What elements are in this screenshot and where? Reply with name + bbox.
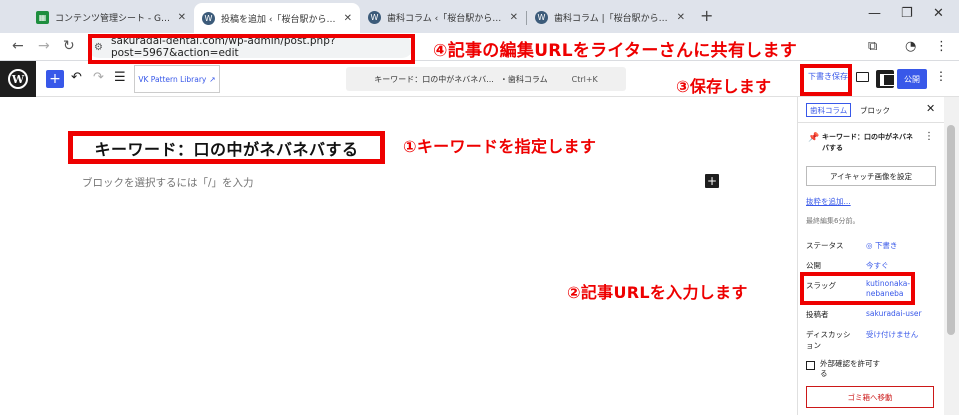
preview-icon[interactable]: [856, 72, 869, 82]
sidebar-post-title: キーワード：口の中がネバネバする: [822, 133, 913, 152]
tab-close-icon[interactable]: ✕: [338, 13, 352, 24]
status-value-text: 下書き: [874, 241, 898, 250]
post-actions-icon[interactable]: ⋮: [924, 131, 934, 142]
discussion-label-line-2: ョン: [806, 341, 821, 350]
wordpress-icon: W: [368, 10, 381, 24]
tab-title: 投稿を追加 ‹「桜台駅から徒歩1分: [221, 14, 338, 25]
block-placeholder[interactable]: ブロックを選択するには「/」を入力: [82, 175, 254, 190]
undo-icon[interactable]: ↶: [71, 70, 82, 85]
publish-date-value[interactable]: 今すぐ: [866, 260, 889, 271]
tab-close-icon[interactable]: ✕: [671, 12, 685, 23]
sidebar-scrollbar[interactable]: [944, 97, 959, 415]
minimize-icon[interactable]: —: [868, 6, 881, 21]
discussion-label-line-1: ディスカッシ: [806, 330, 851, 339]
discussion-label: ディスカッシ ョン: [806, 329, 850, 351]
external-check-label: 外部確認を許可す る: [820, 359, 900, 379]
vk-pattern-label: VK Pattern Library: [138, 74, 207, 84]
more-options-icon[interactable]: ⋮: [935, 69, 947, 83]
command-palette-button[interactable]: キーワード：口の中がネバネバ... ・歯科コラム Ctrl+K: [346, 67, 626, 91]
draft-status-icon: ◎: [866, 241, 875, 250]
close-icon[interactable]: ✕: [926, 102, 935, 115]
sidebar-tabs: 歯科コラム ブロック ✕: [798, 97, 945, 123]
annotation-step-1: ①キーワードを指定します: [403, 137, 597, 156]
scrollbar-thumb[interactable]: [947, 125, 955, 335]
url-highlight-box: [88, 34, 415, 64]
shortcut-hint: Ctrl+K: [571, 74, 598, 84]
browser-menu-icon[interactable]: ⋮: [935, 39, 948, 54]
wordpress-icon: W: [202, 11, 215, 25]
author-value[interactable]: sakuradai-user: [866, 309, 922, 318]
external-check-line-2: る: [820, 369, 828, 378]
wordpress-icon: W: [535, 10, 548, 24]
redo-icon[interactable]: ↷: [93, 70, 104, 85]
settings-sidebar: 歯科コラム ブロック ✕ 📌 キーワード：口の中がネバネバする ⋮ アイキャッチ…: [797, 97, 945, 415]
annotation-step-3: ③保存します: [676, 77, 772, 96]
new-tab-button[interactable]: +: [700, 6, 713, 25]
profile-icon[interactable]: ◔: [905, 39, 916, 54]
save-highlight-box: [800, 64, 852, 96]
move-to-trash-button[interactable]: ゴミ箱へ移動: [806, 386, 934, 408]
wordpress-icon: W: [8, 69, 28, 89]
settings-sidebar-icon[interactable]: [876, 70, 895, 88]
block-inserter-button[interactable]: +: [705, 174, 719, 188]
tab-dental-column-admin[interactable]: W 歯科コラム ‹「桜台駅から徒歩1分 ✕: [360, 5, 526, 29]
tab-title: コンテンツ管理シート - Google スプ: [55, 13, 172, 24]
set-featured-image-button[interactable]: アイキャッチ画像を設定: [806, 166, 936, 186]
browser-tab-strip: ▦ コンテンツ管理シート - Google スプ ✕ W 投稿を追加 ‹「桜台駅…: [0, 0, 959, 33]
forward-icon[interactable]: →: [38, 38, 50, 54]
tab-close-icon[interactable]: ✕: [504, 12, 518, 23]
tab-block[interactable]: ブロック: [860, 105, 890, 116]
tab-close-icon[interactable]: ✕: [172, 12, 186, 23]
tab-content-sheet[interactable]: ▦ コンテンツ管理シート - Google スプ ✕: [28, 5, 194, 29]
vk-pattern-library-button[interactable]: VK Pattern Library ↗: [134, 65, 220, 93]
tab-title: 歯科コラム ‹「桜台駅から徒歩1分: [387, 13, 504, 24]
document-type: ・歯科コラム: [499, 74, 548, 84]
extensions-icon[interactable]: ⧉: [868, 39, 877, 54]
external-check-checkbox[interactable]: [806, 361, 815, 370]
publish-button[interactable]: 公開: [897, 69, 927, 89]
tab-post[interactable]: 歯科コラム: [806, 103, 852, 117]
status-label: ステータス: [806, 241, 844, 250]
post-title-field[interactable]: キーワード：口の中がネバネバする: [68, 131, 385, 164]
external-link-icon: ↗: [209, 74, 216, 84]
back-icon[interactable]: ←: [12, 38, 24, 54]
external-check-line-1: 外部確認を許可す: [820, 359, 880, 368]
status-value[interactable]: ◎ 下書き: [866, 240, 897, 251]
annotation-step-4: ④記事の編集URLをライターさんに共有します: [433, 41, 798, 61]
add-excerpt-link[interactable]: 抜粋を追加...: [806, 196, 851, 207]
annotation-step-2: ②記事URLを入力します: [567, 283, 748, 302]
restore-icon[interactable]: ❐: [901, 6, 913, 21]
publish-label: 公開: [806, 261, 821, 270]
document-overview-icon[interactable]: ☰: [114, 70, 126, 85]
wordpress-logo-button[interactable]: W: [0, 61, 36, 97]
discussion-value[interactable]: 受け付けません: [866, 329, 918, 340]
tab-dental-column-site[interactable]: W 歯科コラム |「桜台駅から徒歩1分 ✕: [527, 5, 693, 29]
add-block-button[interactable]: +: [46, 70, 64, 88]
last-edited-text: 最終編集6分前。: [806, 217, 860, 225]
window-close-icon[interactable]: ✕: [933, 6, 944, 21]
tab-add-post[interactable]: W 投稿を追加 ‹「桜台駅から徒歩1分 ✕: [194, 3, 360, 33]
slug-highlight-box: [800, 272, 915, 305]
author-label: 投稿者: [806, 310, 829, 319]
tab-title: 歯科コラム |「桜台駅から徒歩1分: [554, 13, 671, 24]
reload-icon[interactable]: ↻: [63, 38, 75, 54]
pin-icon: 📌: [808, 133, 820, 143]
sheets-icon: ▦: [36, 10, 49, 24]
document-title: キーワード：口の中がネバネバ...: [374, 74, 494, 84]
